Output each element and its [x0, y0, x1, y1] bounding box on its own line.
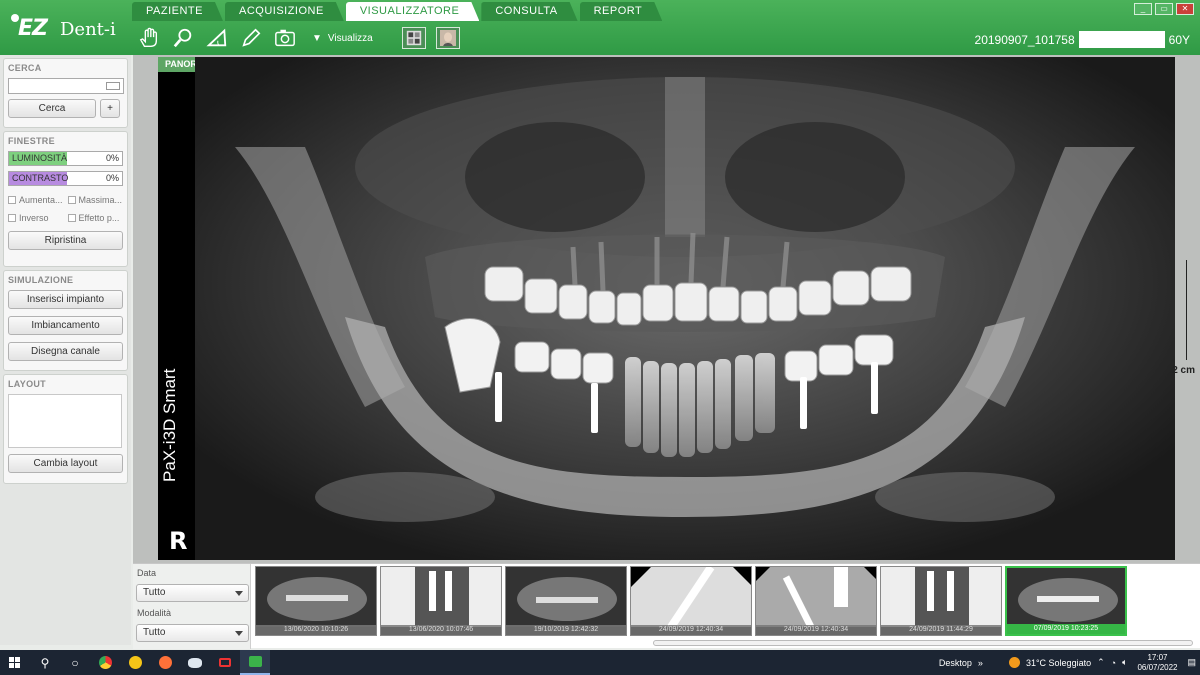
- draw-canal-button[interactable]: Disegna canale: [8, 342, 123, 361]
- clock[interactable]: 17:07 06/07/2022: [1133, 653, 1181, 673]
- whitening-button[interactable]: Imbiancamento: [8, 316, 123, 335]
- thumbnail-pano-selected[interactable]: 07/09/2019 10:23:25: [1005, 566, 1127, 636]
- angle-measure-icon[interactable]: [200, 24, 234, 52]
- window-controls: _ ▭ ✕: [1134, 3, 1194, 15]
- minimize-icon[interactable]: _: [1134, 3, 1152, 15]
- viewer-toolbar: ▼ Visualizza: [132, 24, 460, 52]
- ezdent-taskbar-icon[interactable]: [240, 650, 270, 675]
- keyboard-icon[interactable]: [106, 82, 120, 90]
- checkbox-effetto[interactable]: Effetto p...: [67, 213, 124, 223]
- tab-acquisizione[interactable]: ACQUISIZIONE: [225, 2, 344, 21]
- contrast-slider[interactable]: CONTRASTO 0%: [8, 171, 123, 186]
- restore-icon[interactable]: ▭: [1155, 3, 1173, 15]
- thumbnail-strip: Data Tutto Modalità Tutto 13/06/2020 10:…: [133, 563, 1200, 649]
- ezdent-logo: EZ Dent-i: [8, 10, 128, 48]
- patient-age: 60Y: [1168, 32, 1190, 47]
- screen-recorder-icon[interactable]: [210, 650, 240, 675]
- app-header: EZ Dent-i PAZIENTE ACQUISIZIONE VISUALIZ…: [0, 0, 1200, 55]
- close-icon[interactable]: ✕: [1176, 3, 1194, 15]
- checkbox-massima[interactable]: Massima...: [67, 195, 124, 205]
- tab-paziente[interactable]: PAZIENTE: [132, 2, 223, 21]
- desktop-toolbar[interactable]: Desktop: [939, 658, 972, 668]
- thumbnail-pano-1[interactable]: 13/06/2020 10:10:26: [255, 566, 377, 636]
- weather-text[interactable]: 31°C Soleggiato: [1026, 658, 1091, 668]
- thumbnail-intraoral-2[interactable]: 24/09/2019 12:40:34: [755, 566, 877, 636]
- search-title: CERCA: [8, 63, 42, 73]
- layout-title: LAYOUT: [8, 379, 46, 389]
- image-viewer[interactable]: PANORAMICA PaX-i3D Smart R: [133, 55, 1200, 563]
- system-tray: Desktop » 31°C Soleggiato ⌃ ◔ 🔈︎ 17:07 0…: [939, 650, 1200, 675]
- search-input[interactable]: [8, 78, 124, 94]
- weather-sun-icon: [1008, 657, 1020, 668]
- volume-icon[interactable]: 🔈︎: [1122, 657, 1127, 668]
- thumbnail-scrollbar[interactable]: [653, 640, 1193, 646]
- windows-start-icon[interactable]: [0, 650, 30, 675]
- date-filter-select[interactable]: Tutto: [136, 584, 249, 602]
- filters-panel: Data Tutto Modalità Tutto: [133, 564, 251, 649]
- thumbnail-intraoral-1[interactable]: 24/09/2019 12:40:34: [630, 566, 752, 636]
- thumbnail-list: 13/06/2020 10:10:26 13/06/2020 10:07:46 …: [255, 566, 1127, 636]
- chevron-up-icon[interactable]: »: [978, 658, 983, 668]
- visualizza-dropdown[interactable]: ▼ Visualizza: [312, 33, 392, 44]
- reset-button[interactable]: Ripristina: [8, 231, 123, 250]
- insert-implant-button[interactable]: Inserisci impianto: [8, 290, 123, 309]
- brightness-slider[interactable]: LUMINOSITÀ 0%: [8, 151, 123, 166]
- yellow-app-icon[interactable]: [120, 650, 150, 675]
- layout-panel: LAYOUT Cambia layout: [3, 374, 128, 484]
- thumbnail-implant-1[interactable]: 13/06/2020 10:07:46: [380, 566, 502, 636]
- hand-pan-icon[interactable]: [132, 24, 166, 52]
- pencil-icon[interactable]: [234, 24, 268, 52]
- tray-expand-icon[interactable]: ⌃: [1097, 657, 1105, 668]
- scale-ruler: [1186, 260, 1196, 360]
- windows-panel: FINESTRE LUMINOSITÀ 0% CONTRASTO 0% Aume…: [3, 131, 128, 267]
- add-search-button[interactable]: +: [100, 99, 120, 118]
- chevron-down-icon: [235, 591, 243, 596]
- face-photo-icon[interactable]: [436, 27, 460, 49]
- simulation-panel: SIMULAZIONE Inserisci impianto Imbiancam…: [3, 270, 128, 371]
- patient-name-redacted: [1078, 31, 1165, 48]
- paint-icon[interactable]: [180, 650, 210, 675]
- date-filter-label: Data: [137, 568, 157, 578]
- main-tabs: PAZIENTE ACQUISIZIONE VISUALIZZATORE CON…: [132, 2, 664, 21]
- network-icon[interactable]: ◔: [1111, 658, 1116, 668]
- checkbox-inverso[interactable]: Inverso: [8, 213, 64, 223]
- modality-filter-select[interactable]: Tutto: [136, 624, 249, 642]
- panoramic-xray-image[interactable]: [195, 57, 1175, 560]
- vendor-label: PaX-i3D Smart: [160, 368, 179, 482]
- vendor-strip: PaX-i3D Smart R: [158, 72, 195, 560]
- patient-info: 20190907_101758 60Y: [975, 31, 1190, 48]
- search-panel: CERCA Cerca +: [3, 58, 128, 128]
- compare-grid-icon[interactable]: [402, 27, 426, 49]
- search-button[interactable]: Cerca: [8, 99, 96, 118]
- side-marker: R: [169, 527, 188, 555]
- magnifier-icon[interactable]: [166, 24, 200, 52]
- dropdown-arrow-icon: ▼: [312, 32, 322, 44]
- tab-visualizzatore[interactable]: VISUALIZZATORE: [346, 2, 480, 21]
- change-layout-button[interactable]: Cambia layout: [8, 454, 123, 473]
- scale-label: 2 cm: [1172, 365, 1195, 376]
- firefox-icon[interactable]: [150, 650, 180, 675]
- camera-capture-icon[interactable]: [268, 24, 302, 52]
- windows-taskbar: ⚲ ○ Desktop » 31°C Soleggiato ⌃ ◔ 🔈︎ 17:…: [0, 650, 1200, 675]
- thumbnail-pano-2[interactable]: 19/10/2019 12:42:32: [505, 566, 627, 636]
- left-panel: CERCA Cerca + FINESTRE LUMINOSITÀ 0% CON…: [0, 55, 131, 645]
- chrome-icon[interactable]: [90, 650, 120, 675]
- tab-report[interactable]: REPORT: [580, 2, 663, 21]
- checkbox-aumenta[interactable]: Aumenta...: [8, 195, 64, 205]
- notification-icon[interactable]: ▤: [1187, 657, 1196, 668]
- modality-filter-label: Modalità: [137, 608, 172, 618]
- thumbnail-implant-2[interactable]: 24/09/2019 11:44:29: [880, 566, 1002, 636]
- task-view-icon[interactable]: ○: [60, 650, 90, 675]
- search-icon[interactable]: ⚲: [30, 650, 60, 675]
- layout-preview[interactable]: [8, 394, 122, 448]
- chevron-down-icon: [235, 631, 243, 636]
- tab-consulta[interactable]: CONSULTA: [481, 2, 577, 21]
- simulation-title: SIMULAZIONE: [8, 275, 74, 285]
- patient-id: 20190907_101758: [974, 32, 1075, 47]
- windows-title: FINESTRE: [8, 136, 55, 146]
